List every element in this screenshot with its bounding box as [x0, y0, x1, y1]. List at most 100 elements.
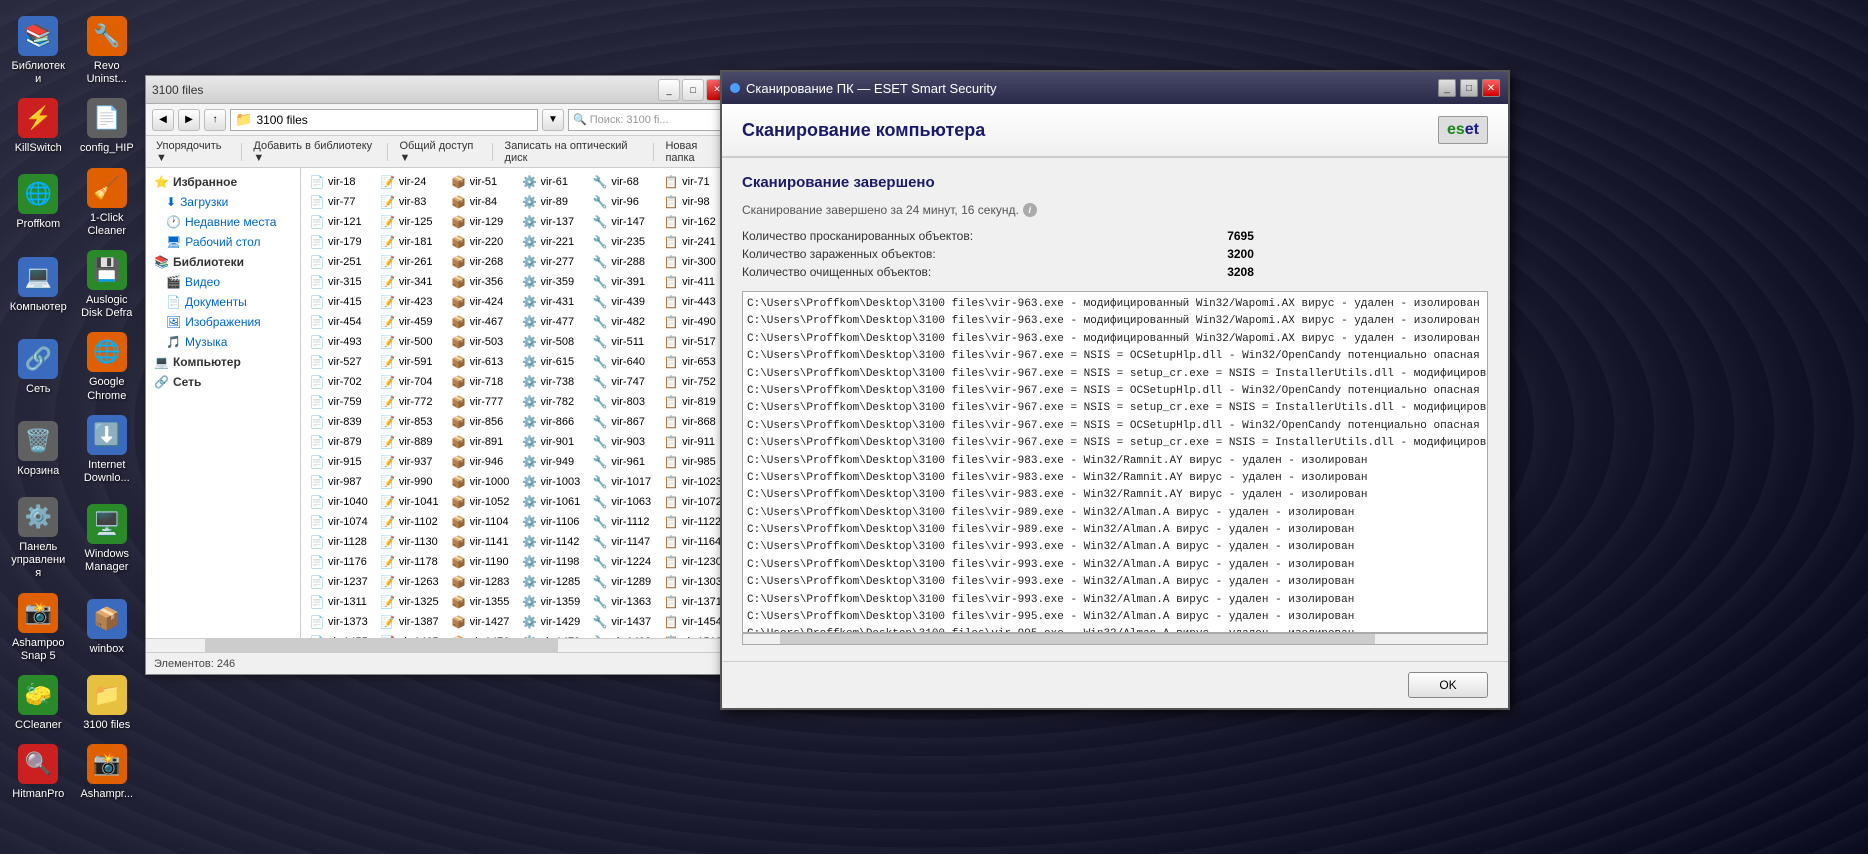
file-item[interactable]: 📄vir-1311	[305, 592, 376, 612]
file-item[interactable]: 📄vir-315	[305, 272, 376, 292]
file-item[interactable]: ⚙️vir-277	[518, 252, 589, 272]
file-item[interactable]: 📦vir-84	[447, 192, 518, 212]
sidebar-computer-header[interactable]: 💻Компьютер	[146, 352, 300, 372]
nav-up-btn[interactable]: ↑	[204, 109, 226, 131]
desktop-icon-ashampr[interactable]: 📸 Ashampr...	[74, 738, 141, 807]
file-item[interactable]: 📦vir-1190	[447, 552, 518, 572]
file-item[interactable]: 📦vir-891	[447, 432, 518, 452]
desktop-icon-idm[interactable]: ⬇️ Internet Downlo...	[74, 409, 141, 491]
file-item[interactable]: 📦vir-856	[447, 412, 518, 432]
eset-maximize-btn[interactable]: □	[1460, 79, 1478, 97]
file-item[interactable]: ⚙️vir-1429	[518, 612, 589, 632]
file-item[interactable]: ⚙️vir-866	[518, 412, 589, 432]
file-item[interactable]: 📦vir-946	[447, 452, 518, 472]
file-item[interactable]: 📦vir-356	[447, 272, 518, 292]
file-item[interactable]: 📄vir-77	[305, 192, 376, 212]
file-item[interactable]: 🔧vir-96	[588, 192, 659, 212]
file-item[interactable]: ⚙️vir-615	[518, 352, 589, 372]
file-item[interactable]: 🔧vir-511	[588, 332, 659, 352]
file-item[interactable]: 📝vir-591	[376, 352, 447, 372]
desktop-icon-proffkom[interactable]: 🌐 Proffkom	[5, 162, 72, 244]
desktop-icon-hitman[interactable]: 🔍 HitmanPro	[5, 738, 72, 807]
file-item[interactable]: 📝vir-1102	[376, 512, 447, 532]
file-item[interactable]: 📄vir-527	[305, 352, 376, 372]
file-item[interactable]: 📄vir-251	[305, 252, 376, 272]
file-item[interactable]: ⚙️vir-1061	[518, 492, 589, 512]
desktop-icon-config[interactable]: 📄 config_HIP	[74, 92, 141, 161]
file-item[interactable]: 📝vir-937	[376, 452, 447, 472]
file-item[interactable]: ⚙️vir-1198	[518, 552, 589, 572]
file-item[interactable]: 📦vir-268	[447, 252, 518, 272]
file-item[interactable]: 📝vir-1263	[376, 572, 447, 592]
ok-button[interactable]: OK	[1408, 672, 1488, 698]
file-item[interactable]: 📄vir-18	[305, 172, 376, 192]
file-item[interactable]: 📝vir-772	[376, 392, 447, 412]
file-item[interactable]: 📄vir-1128	[305, 532, 376, 552]
file-item[interactable]: 📦vir-1427	[447, 612, 518, 632]
log-area[interactable]: C:\Users\Proffkom\Desktop\3100 files\vir…	[742, 291, 1488, 633]
file-item[interactable]: 📝vir-83	[376, 192, 447, 212]
file-item[interactable]: 🔧vir-1063	[588, 492, 659, 512]
sidebar-item-downloads[interactable]: ⬇Загрузки	[146, 192, 300, 212]
file-item[interactable]: 🔧vir-1363	[588, 592, 659, 612]
file-item[interactable]: ⚙️vir-477	[518, 312, 589, 332]
desktop-icon-killswitch[interactable]: ⚡ KillSwitch	[5, 92, 72, 161]
file-item[interactable]: 📦vir-1283	[447, 572, 518, 592]
sidebar-network-header[interactable]: 🔗Сеть	[146, 372, 300, 392]
file-item[interactable]: 📝vir-1387	[376, 612, 447, 632]
file-item[interactable]: 📄vir-454	[305, 312, 376, 332]
desktop-icon-trash[interactable]: 🗑️ Корзина	[5, 409, 72, 491]
desktop-icon-panel[interactable]: ⚙️ Панель управления	[5, 491, 72, 587]
desktop-icon-computer[interactable]: 💻 Компьютер	[5, 244, 72, 326]
file-item[interactable]: 📦vir-220	[447, 232, 518, 252]
file-item[interactable]: 📦vir-129	[447, 212, 518, 232]
sidebar-item-recent[interactable]: 🕐Недавние места	[146, 212, 300, 232]
sidebar-favorites-header[interactable]: ⭐Избранное	[146, 172, 300, 192]
search-bar[interactable]: 🔍 Поиск: 3100 fi...	[568, 109, 728, 131]
file-item[interactable]: ⚙️vir-431	[518, 292, 589, 312]
address-bar[interactable]: 📁 3100 files	[230, 109, 538, 131]
file-item[interactable]: 📦vir-1000	[447, 472, 518, 492]
file-item[interactable]: 📦vir-1141	[447, 532, 518, 552]
desktop-icon-auslogic[interactable]: 💾 Auslogic Disk Defra	[74, 244, 141, 326]
file-item[interactable]: 📦vir-777	[447, 392, 518, 412]
file-item[interactable]: 📦vir-613	[447, 352, 518, 372]
toolbar-burn-btn[interactable]: Записать на оптический диск	[501, 138, 645, 166]
desktop-icon-chrome[interactable]: 🌐 Google Chrome	[74, 326, 141, 408]
file-item[interactable]: ⚙️vir-61	[518, 172, 589, 192]
file-item[interactable]: 🔧vir-1289	[588, 572, 659, 592]
file-item[interactable]: 🔧vir-1017	[588, 472, 659, 492]
file-item[interactable]: 🔧vir-1112	[588, 512, 659, 532]
file-item[interactable]: 🔧vir-147	[588, 212, 659, 232]
file-item[interactable]: ⚙️vir-137	[518, 212, 589, 232]
file-item[interactable]: 🔧vir-1224	[588, 552, 659, 572]
file-item[interactable]: 🔧vir-640	[588, 352, 659, 372]
sidebar-item-desktop[interactable]: 🖥Рабочий стол	[146, 232, 300, 252]
file-item[interactable]: 🔧vir-1147	[588, 532, 659, 552]
info-icon[interactable]: i	[1023, 203, 1037, 217]
desktop-icon-ashampoo[interactable]: 📸 Ashampoo Snap 5	[5, 587, 72, 669]
file-item[interactable]: ⚙️vir-1106	[518, 512, 589, 532]
file-item[interactable]: 📝vir-341	[376, 272, 447, 292]
file-item[interactable]: 📄vir-915	[305, 452, 376, 472]
log-hscrollbar[interactable]	[742, 633, 1488, 645]
file-item[interactable]: 📝vir-1178	[376, 552, 447, 572]
sidebar-libraries-header[interactable]: 📚Библиотеки	[146, 252, 300, 272]
file-item[interactable]: 🔧vir-482	[588, 312, 659, 332]
desktop-icon-winbox[interactable]: 📦 winbox	[74, 587, 141, 669]
file-item[interactable]: 📝vir-24	[376, 172, 447, 192]
explorer-maximize-btn[interactable]: □	[682, 79, 704, 101]
file-item[interactable]: ⚙️vir-1142	[518, 532, 589, 552]
file-item[interactable]: 📦vir-503	[447, 332, 518, 352]
desktop-icon-1click[interactable]: 🧹 1-Click Cleaner	[74, 162, 141, 244]
file-item[interactable]: 📄vir-1040	[305, 492, 376, 512]
file-item[interactable]: 📝vir-889	[376, 432, 447, 452]
desktop-icon-revo[interactable]: 🔧 Revo Uninst...	[74, 10, 141, 92]
file-item[interactable]: 📄vir-1373	[305, 612, 376, 632]
file-item[interactable]: 📄vir-121	[305, 212, 376, 232]
file-item[interactable]: 📄vir-493	[305, 332, 376, 352]
file-item[interactable]: 📝vir-990	[376, 472, 447, 492]
file-item[interactable]: ⚙️vir-1359	[518, 592, 589, 612]
file-item[interactable]: 📦vir-467	[447, 312, 518, 332]
file-item[interactable]: 📄vir-839	[305, 412, 376, 432]
